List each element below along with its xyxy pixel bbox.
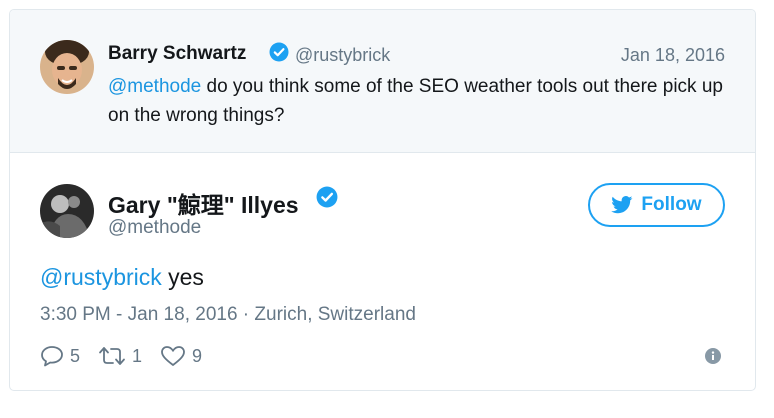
like-action[interactable]: 9 [160,345,202,367]
parent-tweet-text: @methode do you think some of the SEO we… [108,72,728,130]
follow-label: Follow [641,194,702,215]
like-count: 9 [192,345,203,366]
retweet-action[interactable]: 1 [98,345,142,367]
parent-tweet-date[interactable]: Jan 18, 2016 [621,45,725,66]
verified-badge-icon [269,42,289,62]
main-author-name[interactable]: Gary "鯨理" Illyes [108,186,299,220]
follow-button[interactable]: Follow [588,183,725,227]
main-tweet-text: @rustybrick yes [40,264,204,291]
reply-count: 5 [70,345,81,366]
tweet-timestamp-location[interactable]: 3:30 PM - Jan 18, 2016 · Zurich, Switzer… [40,304,416,326]
mention-link[interactable]: @rustybrick [40,264,162,290]
main-author-handle[interactable]: @methode [108,217,201,239]
retweet-count: 1 [132,345,143,366]
barry-avatar[interactable] [40,40,94,94]
parent-author-name[interactable]: Barry Schwartz [108,43,246,65]
tweet-card: Barry Schwartz @rustybrick Jan 18, 2016 … [9,9,756,391]
gary-avatar[interactable] [40,184,94,238]
retweet-icon [99,347,125,365]
parent-author-handle[interactable]: @rustybrick [295,45,390,66]
reply-icon [41,346,63,367]
tweet-actions: 5 1 9 [40,345,220,367]
parent-tweet-body: do you think some of the SEO weather too… [108,76,723,126]
reply-action[interactable]: 5 [40,345,80,367]
twitter-bird-icon [611,196,633,214]
mention-link[interactable]: @methode [108,76,201,97]
info-icon[interactable] [705,348,721,364]
parent-tweet[interactable]: Barry Schwartz @rustybrick Jan 18, 2016 … [10,10,755,153]
main-tweet-body: yes [161,264,204,290]
verified-badge-icon [316,186,338,208]
like-heart-icon [161,346,185,366]
